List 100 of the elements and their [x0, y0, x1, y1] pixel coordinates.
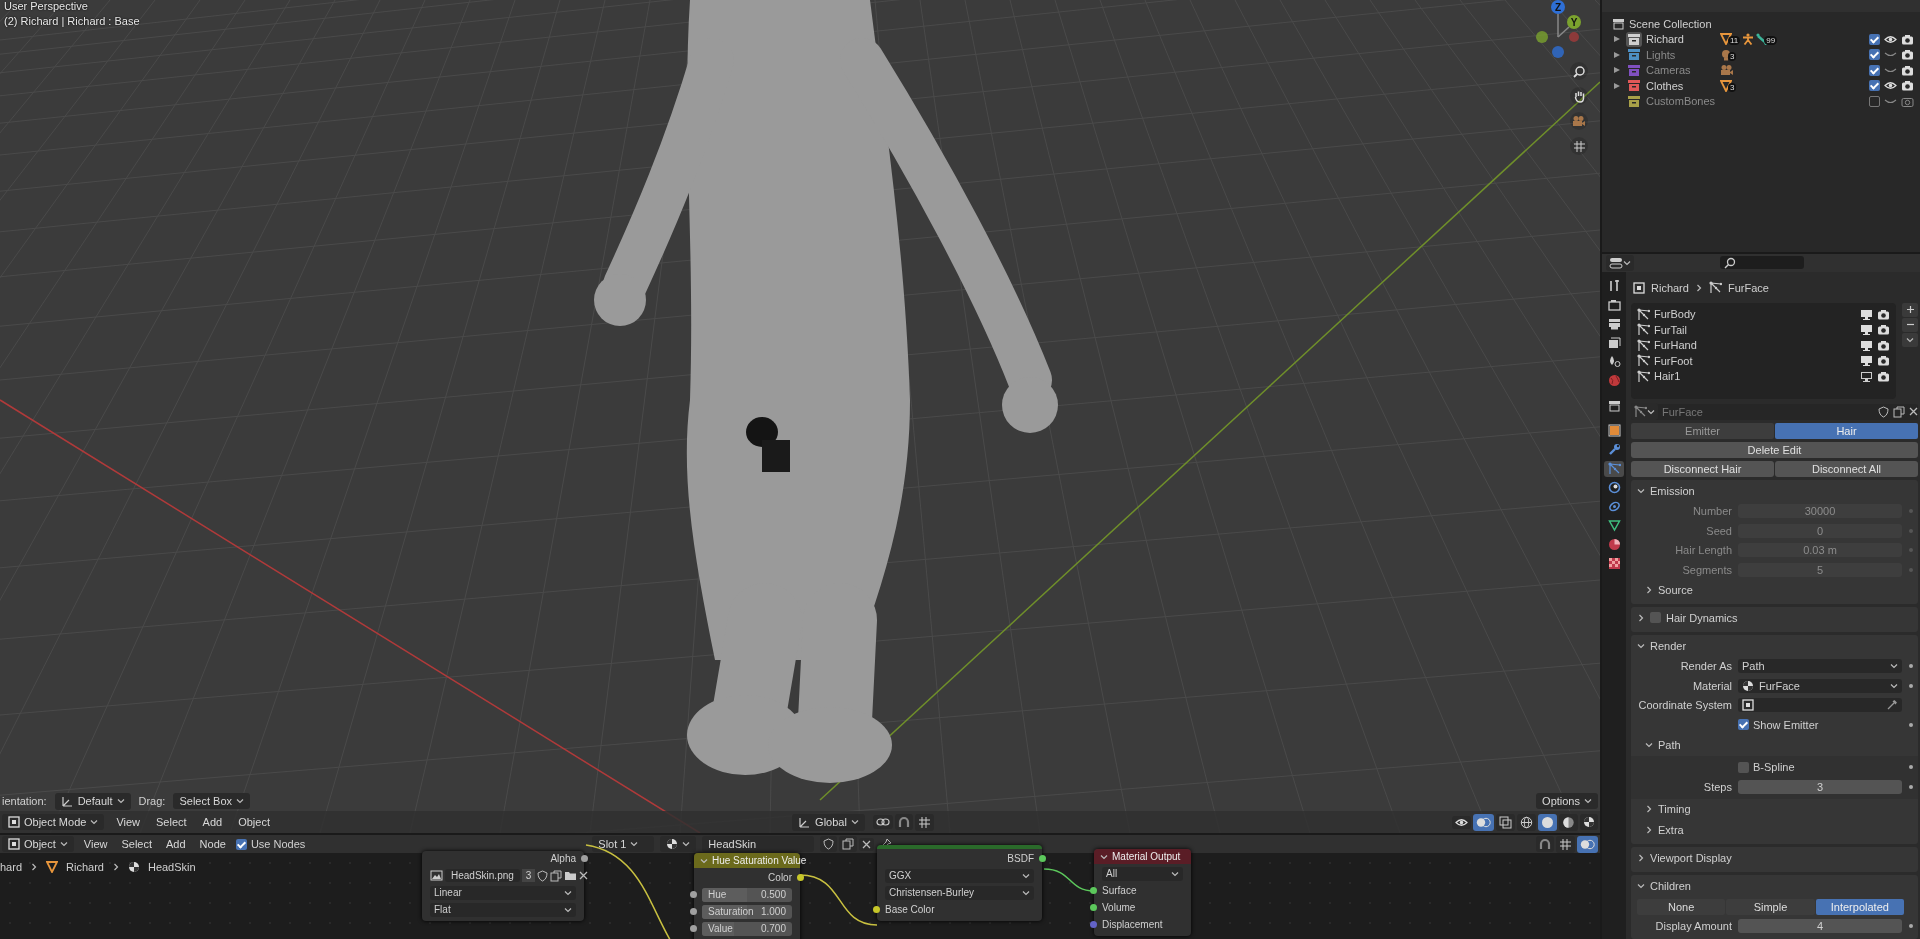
overlay-circles-button[interactable] [1577, 835, 1598, 853]
copy-button[interactable] [839, 836, 858, 852]
dropdown[interactable]: Path [1738, 659, 1902, 674]
grid-button[interactable] [1570, 137, 1588, 155]
object-type-dropdown[interactable]: Object [2, 836, 74, 852]
orientation-dropdown[interactable]: Default [54, 792, 131, 810]
magnet-button[interactable] [894, 814, 913, 830]
type-tab[interactable]: Hair [1775, 422, 1918, 439]
keyframe-dot[interactable] [1909, 784, 1913, 789]
grid-button[interactable] [1556, 835, 1575, 853]
breadcrumb-item[interactable]: HeadSkin [147, 861, 196, 873]
eye-button[interactable] [1452, 815, 1471, 829]
overlay-circles-button[interactable] [1473, 813, 1494, 831]
panel-header[interactable]: Viewport Display [1650, 851, 1732, 864]
panel-header[interactable]: Render [1650, 639, 1687, 652]
use-nodes-checkbox[interactable] [235, 838, 247, 850]
node-dropdown[interactable]: Flat [430, 902, 576, 917]
list-item[interactable]: FurTail [1654, 323, 1856, 336]
shaded-sphere-button[interactable] [1559, 813, 1578, 831]
add-button[interactable] [1902, 302, 1918, 317]
material-sphere-button[interactable] [1580, 814, 1598, 830]
object-picker-field[interactable] [1738, 698, 1902, 713]
collection-name[interactable]: Richard [1646, 33, 1716, 46]
material-browse-button[interactable] [660, 836, 697, 852]
breadcrumb-item[interactable]: hard [0, 861, 23, 873]
remove-button[interactable] [1902, 317, 1918, 332]
number-field[interactable]: 3 [1738, 779, 1902, 794]
keyframe-dot[interactable] [1909, 722, 1913, 727]
list-item[interactable]: FurHand [1654, 339, 1856, 352]
subpanel-header[interactable]: Extra [1658, 824, 1684, 836]
panel-header[interactable]: Emission [1650, 484, 1695, 497]
breadcrumb-item[interactable]: Richard [1651, 281, 1689, 294]
shield-button[interactable] [820, 836, 838, 852]
node-dropdown[interactable]: GGX [885, 868, 1034, 883]
magnet-button[interactable] [1536, 836, 1554, 852]
value-slider[interactable]: Saturation 1.000 [702, 904, 792, 919]
exclude-checkbox[interactable] [1869, 80, 1880, 92]
x-ray-button[interactable] [1496, 813, 1515, 831]
link-button[interactable] [872, 815, 893, 829]
option-tab[interactable]: Simple [1726, 898, 1815, 915]
editor-type-button[interactable] [1606, 254, 1634, 271]
node-socket[interactable] [581, 855, 588, 862]
panel-checkbox[interactable] [1650, 612, 1661, 623]
action-button[interactable]: Disconnect Hair [1631, 460, 1774, 477]
list-item[interactable]: FurFoot [1654, 354, 1856, 367]
menu-item[interactable]: Select [117, 836, 157, 852]
exclude-checkbox[interactable] [1869, 64, 1880, 76]
menu-item[interactable]: View [79, 836, 112, 852]
keyframe-dot[interactable] [1909, 765, 1913, 770]
movie-camera-button[interactable] [1570, 112, 1588, 130]
sphere-button[interactable] [1538, 813, 1557, 831]
node-socket[interactable] [797, 874, 804, 881]
keyframe-dot[interactable] [1909, 924, 1913, 929]
axis-handle[interactable] [1569, 32, 1579, 42]
menu-item[interactable]: View [112, 814, 145, 830]
exclude-checkbox[interactable] [1869, 33, 1880, 45]
node-socket[interactable] [690, 891, 697, 898]
search-field[interactable] [1720, 256, 1804, 269]
material-dropdown[interactable]: FurFace [1738, 678, 1902, 693]
value-slider[interactable]: Value 0.700 [702, 921, 792, 936]
collection-name[interactable]: CustomBones [1646, 95, 1716, 108]
transform-orientation-dropdown[interactable]: Global [792, 813, 865, 831]
image-name-field[interactable]: HeadSkin.png [445, 869, 520, 882]
list-item[interactable]: FurBody [1654, 308, 1856, 321]
type-tab[interactable]: Emitter [1631, 422, 1774, 439]
node-socket[interactable] [1090, 921, 1097, 928]
option-tab[interactable]: None [1637, 898, 1726, 915]
material-name-field[interactable]: HeadSkin [702, 836, 815, 852]
option-tab[interactable]: Interpolated [1815, 898, 1904, 915]
breadcrumb-item[interactable]: Richard [66, 861, 104, 873]
panel-header[interactable]: Hair Dynamics [1666, 611, 1738, 624]
magnifier-button[interactable] [1570, 62, 1588, 80]
subpanel-header[interactable]: Timing [1658, 803, 1691, 815]
exclude-checkbox[interactable] [1869, 49, 1880, 61]
node-socket[interactable] [690, 925, 697, 932]
drag-dropdown[interactable]: Select Box [173, 793, 250, 809]
axis-handle[interactable] [1536, 31, 1548, 43]
node-dropdown[interactable]: All [1102, 866, 1183, 881]
node-socket[interactable] [873, 906, 880, 913]
collection-name[interactable]: Lights [1646, 48, 1716, 61]
menu-item[interactable]: Node [195, 836, 230, 852]
collection-name[interactable]: Clothes [1646, 79, 1716, 92]
specials-button[interactable] [1902, 332, 1918, 347]
subpanel-header[interactable]: Source [1658, 584, 1693, 596]
subpanel-header[interactable]: Path [1658, 739, 1681, 751]
menu-item[interactable]: Object [234, 814, 274, 830]
node-socket[interactable] [690, 908, 697, 915]
action-button[interactable]: Disconnect All [1775, 460, 1918, 477]
keyframe-dot[interactable] [1909, 664, 1913, 669]
menu-item[interactable]: Add [198, 814, 227, 830]
options-dropdown[interactable]: Options [1536, 793, 1598, 809]
breadcrumb-item[interactable]: FurFace [1727, 281, 1769, 294]
collection-name[interactable]: Scene Collection [1629, 17, 1712, 30]
node-socket[interactable] [1090, 887, 1097, 894]
panel-header[interactable]: Children [1650, 879, 1691, 892]
close-button[interactable] [859, 837, 875, 851]
node-dropdown[interactable]: Christensen-Burley [885, 885, 1034, 900]
mode-dropdown[interactable]: Object Mode [2, 814, 105, 830]
menu-item[interactable]: Select [152, 814, 191, 830]
grid-button[interactable] [914, 813, 934, 831]
